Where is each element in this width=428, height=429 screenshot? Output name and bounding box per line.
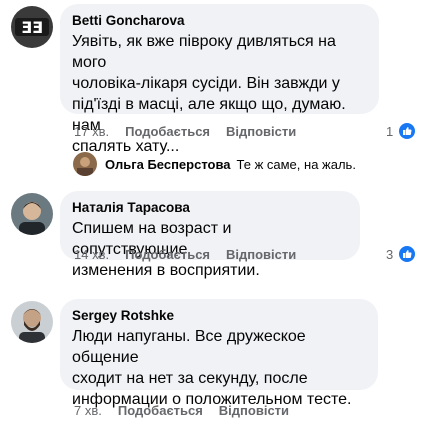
avatar-image: ƎƎ (11, 6, 53, 48)
comment-time[interactable]: 14 хв. (74, 247, 109, 262)
reply-author[interactable]: Ольга Бесперстова (105, 157, 231, 172)
comment-bubble: Betti Goncharova Уявіть, як вже півроку … (60, 4, 379, 155)
comment-time[interactable]: 7 хв. (74, 403, 102, 418)
comment-author[interactable]: Sergey Rotshke (72, 307, 366, 324)
avatar[interactable] (11, 193, 53, 235)
avatar-image (11, 193, 53, 235)
reply-button[interactable]: Відповісти (219, 403, 289, 418)
comment-actions: 7 хв. Подобається Відповісти (74, 402, 289, 418)
reply-preview[interactable]: Ольга Бесперстова Те ж саме, на жаль. (73, 152, 356, 176)
reaction-count-value: 3 (386, 246, 394, 262)
comment-text: Люди напуганы. Все дружеское общение схо… (72, 328, 352, 408)
avatar[interactable]: ƎƎ (11, 6, 53, 48)
reaction-count-value: 1 (386, 123, 394, 139)
like-icon (399, 123, 416, 139)
reply-text: Те ж саме, на жаль. (236, 156, 356, 172)
svg-text:ƎƎ: ƎƎ (21, 18, 43, 37)
reaction-count[interactable]: 1 (386, 122, 416, 140)
comment-time[interactable]: 17 хв. (74, 124, 109, 139)
avatar-image (11, 301, 53, 343)
like-button[interactable]: Подобається (125, 247, 210, 262)
comment-actions: 14 хв. Подобається Відповісти (74, 246, 296, 262)
reply-avatar (73, 152, 97, 176)
avatar[interactable] (11, 301, 53, 343)
comment-author[interactable]: Betti Goncharova (72, 12, 367, 29)
reply-button[interactable]: Відповісти (226, 247, 296, 262)
like-icon (399, 246, 416, 262)
comment-bubble: Sergey Rotshke Люди напуганы. Все дружес… (60, 299, 378, 408)
like-button[interactable]: Подобається (125, 124, 210, 139)
like-button[interactable]: Подобається (118, 403, 203, 418)
reaction-count[interactable]: 3 (386, 245, 416, 263)
comment-actions: 17 хв. Подобається Відповісти (74, 123, 296, 139)
reply-button[interactable]: Відповісти (226, 124, 296, 139)
comment-author[interactable]: Наталія Тарасова (72, 199, 348, 216)
